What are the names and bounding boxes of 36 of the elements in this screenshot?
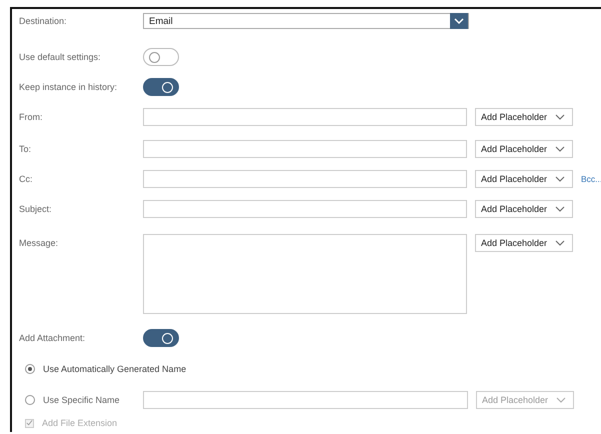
add-placeholder-dropdown[interactable]: Add Placeholder <box>475 234 573 252</box>
field-label: Subject: <box>18 204 53 214</box>
add-placeholder-dropdown[interactable]: Add Placeholder <box>475 140 573 158</box>
add-placeholder-dropdown[interactable]: Add Placeholder <box>475 200 573 218</box>
radio-button[interactable] <box>25 395 35 405</box>
input-field[interactable] <box>143 200 467 218</box>
field-label: Message: <box>18 237 60 248</box>
chevron-down-icon <box>554 205 566 213</box>
chevron-down-icon <box>554 175 566 183</box>
chevron-down-icon <box>554 239 566 247</box>
toggle-switch[interactable] <box>143 78 179 96</box>
input-field[interactable] <box>143 108 467 126</box>
add-placeholder-dropdown[interactable]: Add Placeholder <box>475 170 573 188</box>
field-label: Use default settings: <box>18 52 102 62</box>
input-field[interactable] <box>143 140 467 158</box>
chevron-down-icon <box>554 145 566 153</box>
toggle-switch[interactable] <box>143 48 179 66</box>
toggle-switch[interactable] <box>143 329 179 347</box>
radio-button[interactable] <box>25 364 35 374</box>
field-label: To: <box>18 144 32 154</box>
field-label: From: <box>18 112 44 122</box>
destination-dropdown[interactable]: Email <box>143 13 469 29</box>
input-field[interactable] <box>143 391 468 409</box>
option-label: Use Specific Name <box>43 395 121 405</box>
field-label: Keep instance in history: <box>18 82 118 92</box>
field-label: Destination: <box>18 16 68 26</box>
option-label: Use Automatically Generated Name <box>43 364 186 374</box>
chevron-down-icon <box>555 396 567 404</box>
chevron-down-icon <box>554 113 566 121</box>
input-field[interactable] <box>143 170 467 188</box>
message-field[interactable] <box>143 234 467 314</box>
field-label: Cc: <box>18 174 34 184</box>
chevron-down-icon <box>450 13 468 29</box>
option-label: Add File Extension <box>42 418 118 428</box>
field-label: Add Attachment: <box>18 333 86 343</box>
add-placeholder-dropdown[interactable]: Add Placeholder <box>475 108 573 126</box>
